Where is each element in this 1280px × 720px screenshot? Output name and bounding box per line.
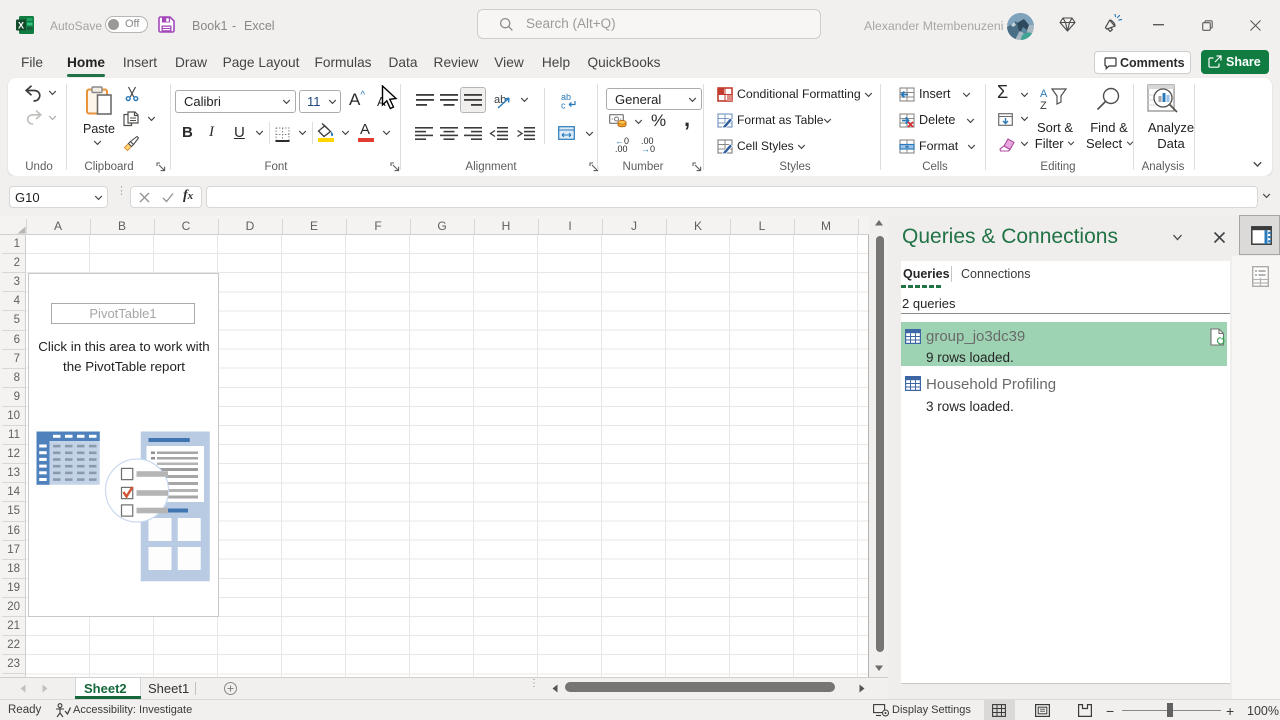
svg-text:X: X (18, 21, 24, 31)
svg-text:ab: ab (494, 94, 506, 106)
svg-text:Z: Z (1040, 100, 1047, 111)
svg-text:c: c (561, 101, 566, 110)
svg-text:A: A (1040, 88, 1048, 100)
